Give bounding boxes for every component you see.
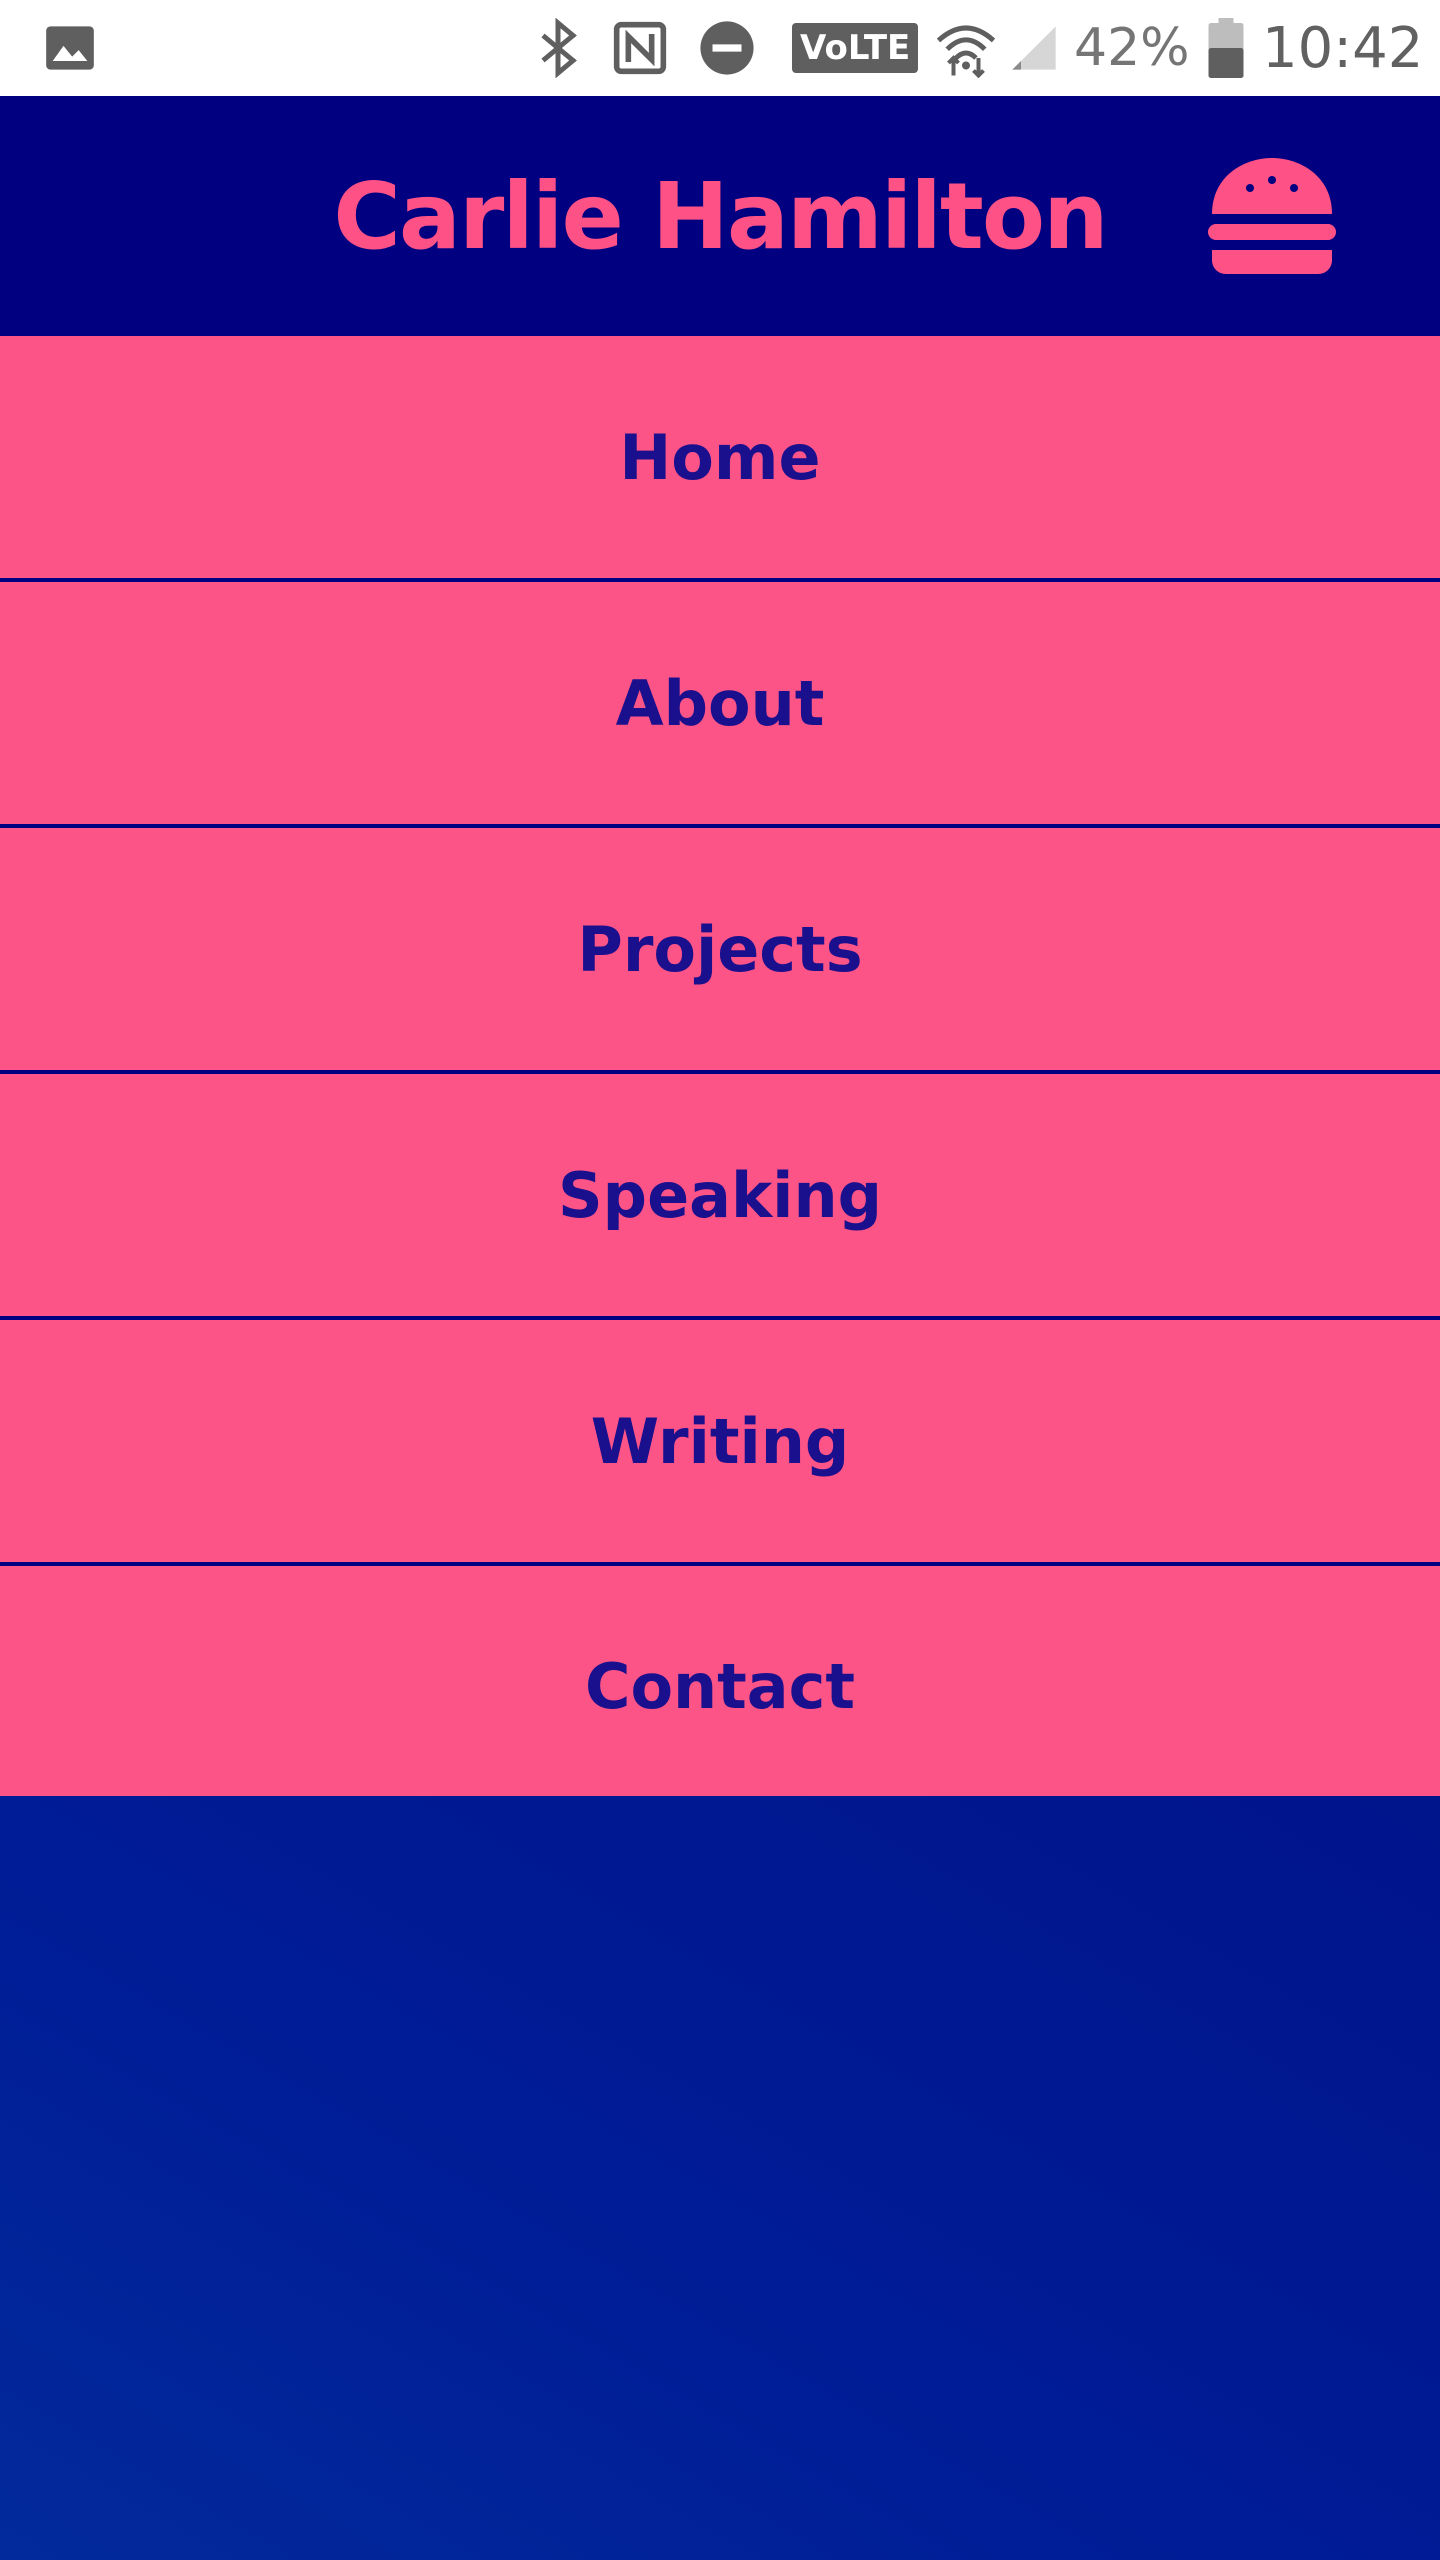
bluetooth-icon [536, 0, 580, 96]
battery-icon [1206, 0, 1246, 96]
gallery-icon [44, 0, 96, 96]
clock: 10:42 [1262, 15, 1424, 81]
nav-item-home[interactable]: Home [0, 336, 1440, 582]
nav-item-projects[interactable]: Projects [0, 828, 1440, 1074]
do-not-disturb-icon [698, 0, 756, 96]
nfc-icon [612, 0, 668, 96]
nav-item-contact[interactable]: Contact [0, 1566, 1440, 1806]
cell-signal-icon [1008, 0, 1060, 96]
hamburger-icon[interactable] [1208, 158, 1336, 274]
page-content [0, 1796, 1440, 2560]
nav-item-speaking[interactable]: Speaking [0, 1074, 1440, 1320]
wifi-icon [936, 0, 996, 96]
nav-item-writing[interactable]: Writing [0, 1320, 1440, 1566]
volte-label: VoLTE [792, 23, 919, 73]
battery-percent: 42% [1074, 18, 1190, 78]
nav-menu: Home About Projects Speaking Writing Con… [0, 336, 1440, 1806]
nav-item-about[interactable]: About [0, 582, 1440, 828]
status-bar: VoLTE 42% 10:42 [0, 0, 1440, 96]
volte-icon: VoLTE [792, 0, 919, 96]
site-header: Carlie Hamilton [0, 96, 1440, 336]
